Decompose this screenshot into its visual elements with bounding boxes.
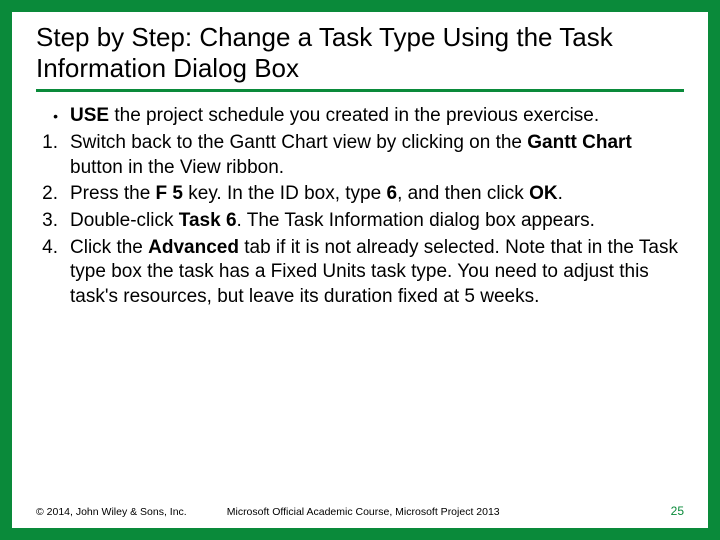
list-marker: 1. — [36, 131, 70, 180]
list-marker: 2. — [36, 182, 70, 207]
slide: Step by Step: Change a Task Type Using t… — [0, 0, 720, 540]
footer: © 2014, John Wiley & Sons, Inc. Microsof… — [36, 504, 684, 518]
title-divider — [36, 89, 684, 92]
list-item: 3.Double-click Task 6. The Task Informat… — [36, 209, 684, 234]
list-text: Press the F 5 key. In the ID box, type 6… — [70, 182, 684, 207]
list-item: •USE the project schedule you created in… — [36, 104, 684, 129]
list-marker: 4. — [36, 236, 70, 310]
list-item: 1.Switch back to the Gantt Chart view by… — [36, 131, 684, 180]
list-marker: • — [36, 104, 70, 129]
list-text: Switch back to the Gantt Chart view by c… — [70, 131, 684, 180]
list-item: 4.Click the Advanced tab if it is not al… — [36, 236, 684, 310]
list-text: USE the project schedule you created in … — [70, 104, 684, 129]
content-area: Step by Step: Change a Task Type Using t… — [12, 12, 708, 310]
list-text: Click the Advanced tab if it is not alre… — [70, 236, 684, 310]
list-text: Double-click Task 6. The Task Informatio… — [70, 209, 684, 234]
list-item: 2.Press the F 5 key. In the ID box, type… — [36, 182, 684, 207]
copyright-text: © 2014, John Wiley & Sons, Inc. — [36, 506, 227, 518]
list-marker: 3. — [36, 209, 70, 234]
slide-title: Step by Step: Change a Task Type Using t… — [36, 22, 684, 83]
page-number: 25 — [671, 504, 684, 518]
step-list: •USE the project schedule you created in… — [36, 104, 684, 310]
course-text: Microsoft Official Academic Course, Micr… — [227, 506, 671, 518]
